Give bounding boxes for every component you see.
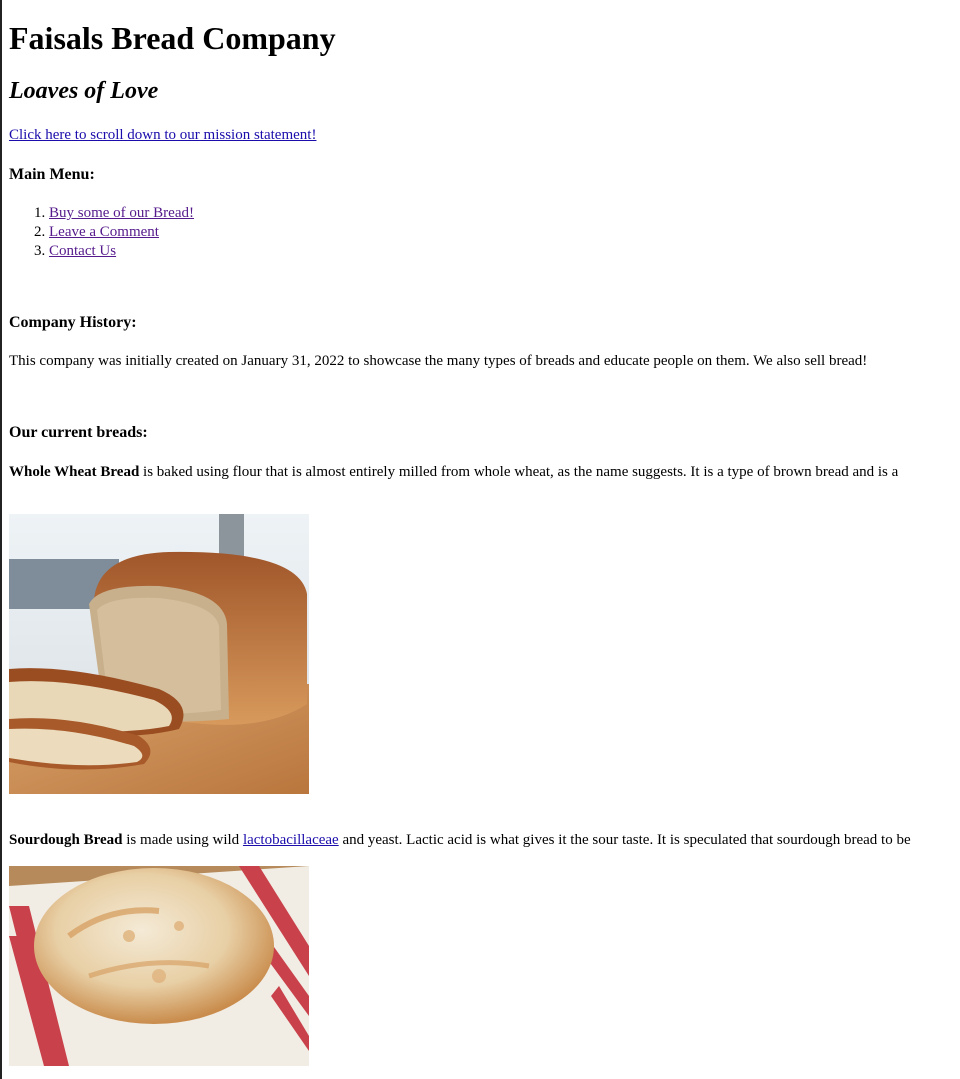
sourdough-bread-image [9, 866, 309, 1066]
main-menu-heading: Main Menu: [9, 166, 95, 183]
whole-wheat-text: is baked using flour that is almost enti… [139, 464, 899, 480]
whole-wheat-bread-image [9, 514, 309, 794]
sourdough-description: Sourdough Bread is made using wild lacto… [9, 832, 960, 849]
menu-item-comment: Leave a Comment [49, 223, 194, 242]
whole-wheat-name: Whole Wheat Bread [9, 464, 140, 480]
lactobacillaceae-link[interactable]: lactobacillaceae [243, 832, 339, 848]
main-menu-list: Buy some of our Bread! Leave a Comment C… [9, 204, 194, 261]
contact-us-link[interactable]: Contact Us [49, 243, 116, 259]
current-breads-heading: Our current breads: [9, 424, 148, 441]
company-history-heading: Company History: [9, 314, 137, 331]
sourdough-text-end: and yeast. Lactic acid is what gives it … [338, 832, 911, 848]
company-history-text: This company was initially created on Ja… [9, 353, 868, 369]
buy-bread-link[interactable]: Buy some of our Bread! [49, 205, 194, 221]
sourdough-name: Sourdough Bread [9, 832, 123, 848]
sourdough-text-start: is made using wild [122, 832, 243, 848]
window-left-border [0, 0, 2, 1079]
mission-statement-link[interactable]: Click here to scroll down to our mission… [9, 127, 316, 144]
whole-wheat-description: Whole Wheat Bread is baked using flour t… [9, 464, 960, 481]
menu-item-buy: Buy some of our Bread! [49, 204, 194, 223]
leave-comment-link[interactable]: Leave a Comment [49, 224, 159, 240]
site-tagline: Loaves of Love [9, 78, 159, 104]
site-title: Faisals Bread Company [9, 20, 336, 56]
menu-item-contact: Contact Us [49, 242, 194, 261]
